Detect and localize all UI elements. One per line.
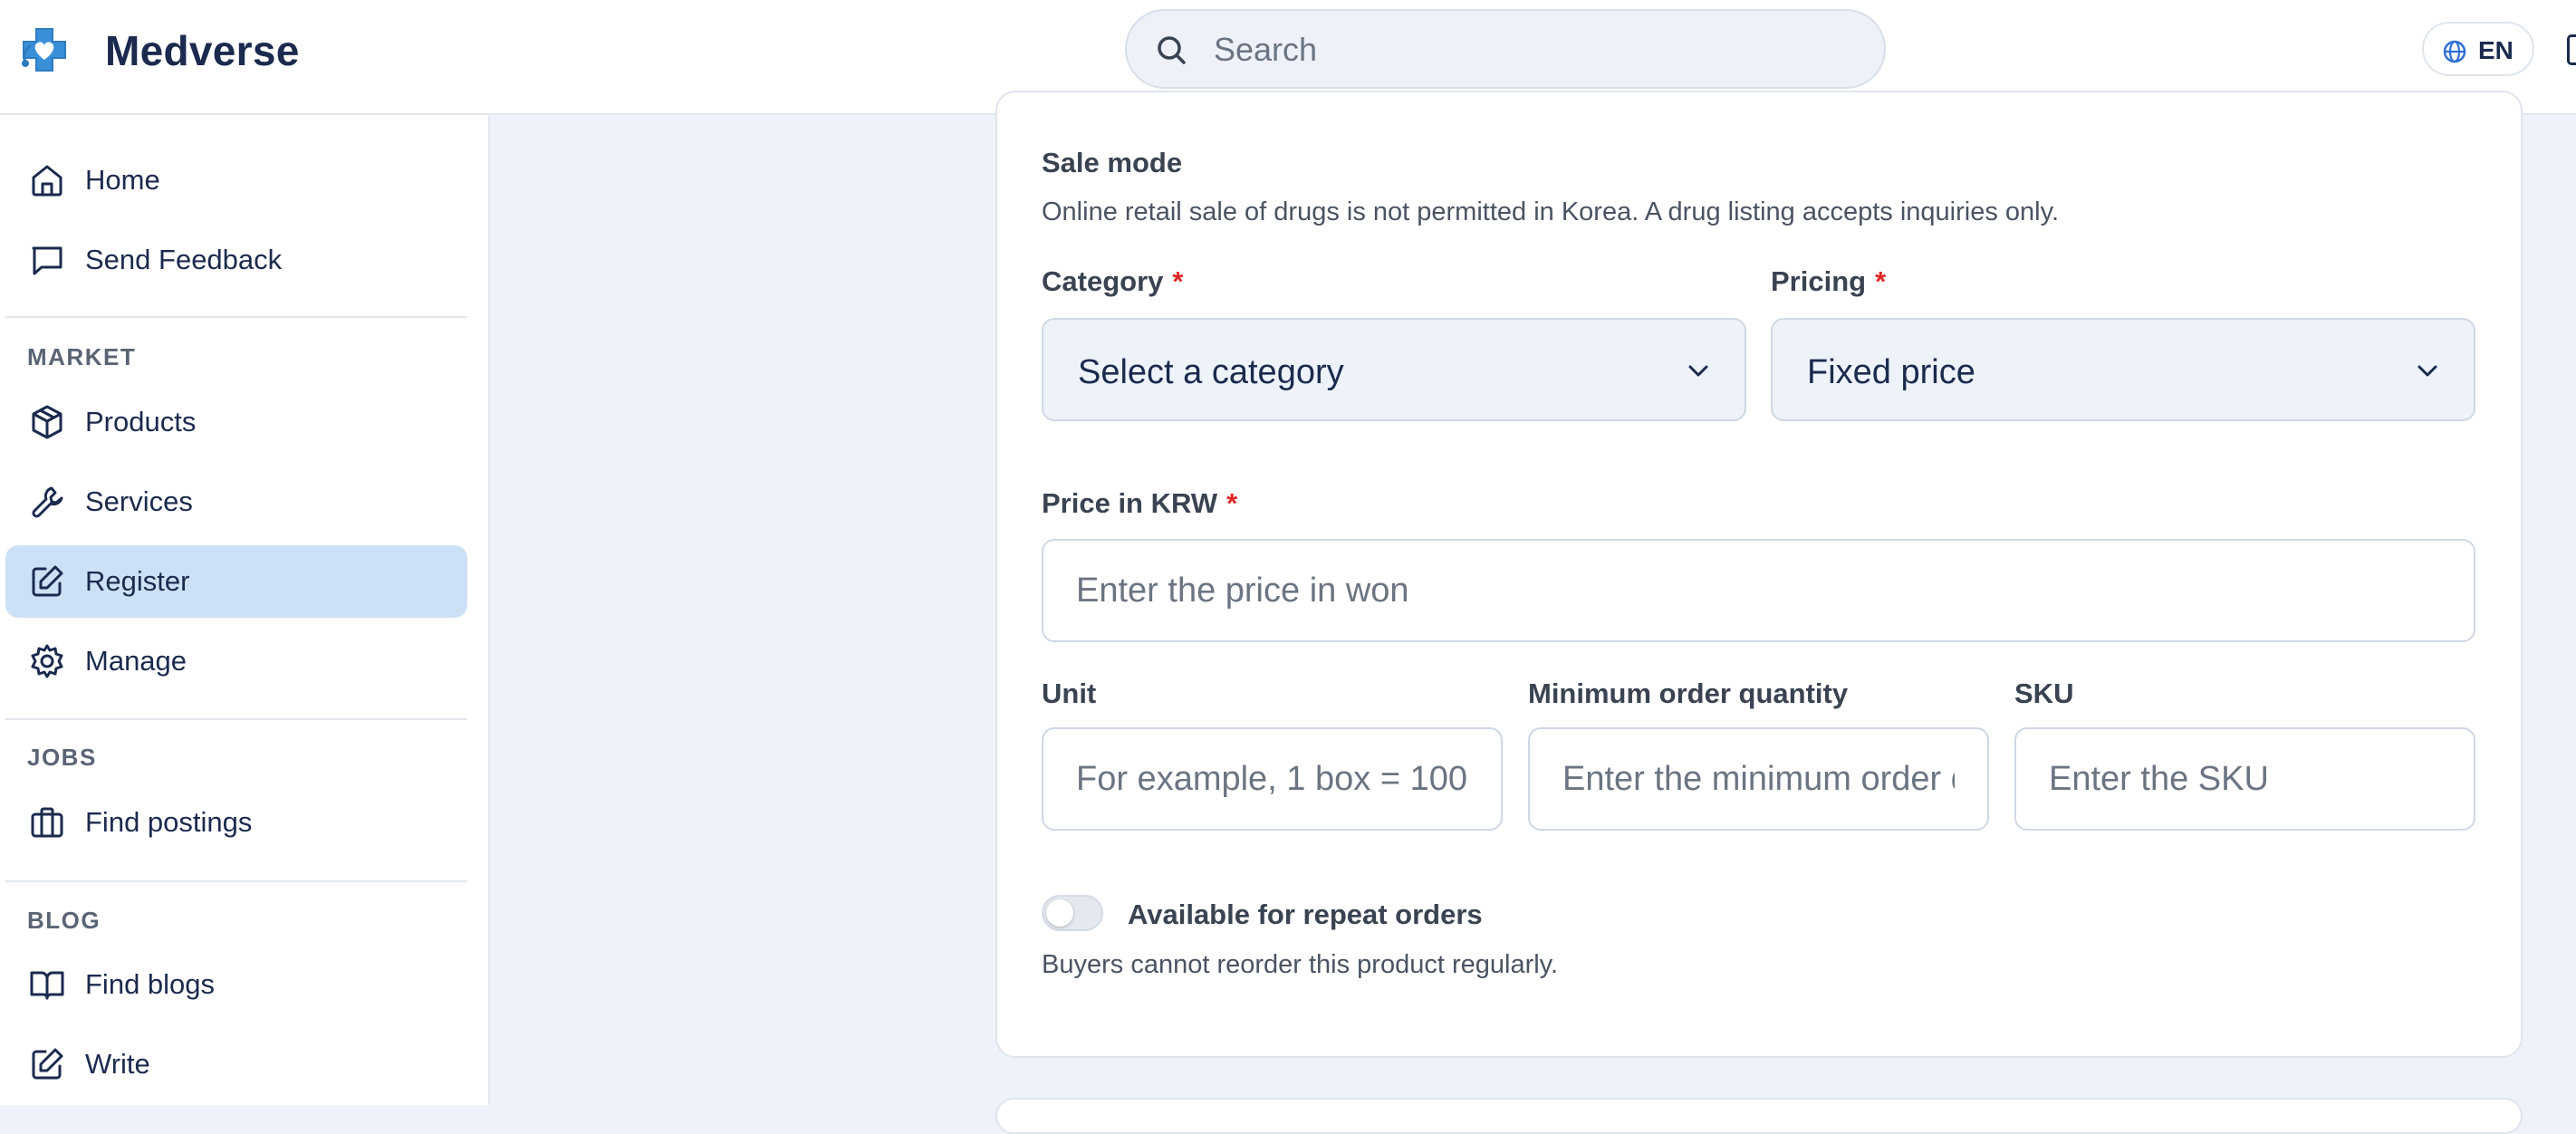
required-mark: *: [1172, 265, 1184, 297]
medverse-logo-icon[interactable]: [18, 24, 71, 76]
gear-icon: [31, 644, 63, 678]
sku-label: SKU: [2014, 678, 2074, 709]
sku-input[interactable]: [2014, 727, 2475, 831]
edit-icon: [32, 1048, 63, 1080]
sidebar-item-manage[interactable]: Manage: [5, 625, 467, 697]
sidebar: Home Send Feedback MARKET Products Servi…: [0, 115, 490, 1105]
section-title-blog: BLOG: [27, 907, 101, 934]
price-label-text: Price in KRW: [1042, 487, 1218, 519]
language-button[interactable]: EN: [2422, 22, 2534, 76]
sidebar-item-home[interactable]: Home: [5, 144, 467, 216]
brand-name[interactable]: Medverse: [105, 25, 300, 76]
sidebar-item-send-feedback[interactable]: Send Feedback: [5, 224, 467, 296]
repeat-orders-help-text: Buyers cannot reorder this product regul…: [1042, 950, 1559, 979]
category-select-value: Select a category: [1078, 353, 1344, 391]
sidebar-item-label: Register: [85, 565, 190, 597]
sidebar-item-services[interactable]: Services: [5, 466, 467, 538]
required-mark: *: [1875, 265, 1887, 297]
sale-mode-label: Sale mode: [1042, 147, 1183, 178]
unit-label: Unit: [1042, 678, 1097, 709]
sidebar-item-find-blogs[interactable]: Find blogs: [5, 948, 467, 1021]
language-label: EN: [2478, 36, 2514, 64]
sidebar-item-products[interactable]: Products: [5, 386, 467, 458]
pricing-select[interactable]: Fixed price: [1771, 318, 2475, 421]
globe-icon: [2443, 40, 2466, 63]
section-title-market: MARKET: [27, 343, 137, 370]
category-select[interactable]: Select a category: [1042, 318, 1746, 421]
repeat-orders-toggle[interactable]: [1042, 895, 1103, 931]
briefcase-icon: [31, 807, 63, 838]
package-icon: [32, 405, 62, 439]
price-input[interactable]: [1042, 539, 2475, 642]
sidebar-item-find-postings[interactable]: Find postings: [5, 786, 467, 859]
sidebar-item-label: Find blogs: [85, 968, 216, 1000]
sale-mode-help-text: Online retail sale of drugs is not permi…: [1042, 197, 2059, 226]
search-input[interactable]: [1214, 27, 1848, 72]
sidebar-item-label: Find postings: [85, 806, 253, 838]
chevron-down-icon: [2417, 365, 2437, 377]
required-mark: *: [1226, 487, 1238, 519]
section-title-jobs: JOBS: [27, 744, 97, 771]
sidebar-item-label: Send Feedback: [85, 244, 283, 275]
pricing-select-value: Fixed price: [1807, 353, 1975, 391]
search-icon: [1158, 36, 1186, 64]
sidebar-item-label: Manage: [85, 645, 187, 677]
chevron-down-icon: [1688, 365, 1708, 377]
toggle-knob: [1046, 899, 1073, 927]
sidebar-item-label: Home: [85, 164, 160, 196]
sidebar-item-write[interactable]: Write: [5, 1028, 467, 1100]
repeat-orders-label: Available for repeat orders: [1128, 899, 1483, 930]
sidebar-divider: [5, 718, 467, 720]
next-form-card: [995, 1098, 2523, 1134]
category-label: Category *: [1042, 265, 1183, 298]
book-open-icon: [30, 971, 64, 1000]
minimum-order-quantity-label: Minimum order quantity: [1528, 678, 1849, 709]
category-label-text: Category: [1042, 265, 1164, 297]
search-bar[interactable]: [1125, 9, 1886, 89]
price-label: Price in KRW *: [1042, 487, 1237, 520]
pricing-label-text: Pricing: [1771, 265, 1867, 297]
message-square-icon: [32, 246, 62, 275]
sidebar-divider: [5, 316, 467, 318]
panel-icon[interactable]: [2567, 34, 2576, 65]
unit-input[interactable]: [1042, 727, 1503, 831]
sidebar-divider: [5, 880, 467, 882]
wrench-icon: [32, 486, 63, 518]
sidebar-item-label: Products: [85, 406, 197, 437]
edit-icon: [32, 565, 63, 597]
sidebar-item-register[interactable]: Register: [5, 545, 467, 618]
sidebar-item-label: Write: [85, 1048, 150, 1080]
home-icon: [32, 165, 62, 197]
pricing-label: Pricing *: [1771, 265, 1886, 298]
minimum-order-quantity-input[interactable]: [1528, 727, 1989, 831]
sidebar-item-label: Services: [85, 485, 193, 517]
